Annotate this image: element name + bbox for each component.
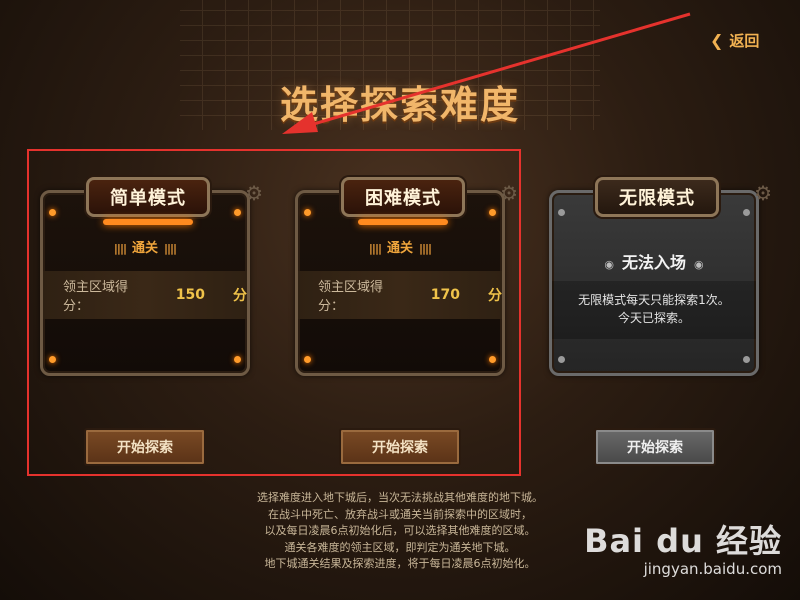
watermark-logo: Bai du 经验	[584, 522, 782, 560]
watermark-url: jingyan.baidu.com	[643, 560, 782, 578]
note-line: 选择难度进入地下城后，当次无法挑战其他难度的地下城。	[257, 491, 543, 504]
baidu-watermark: Bai du 经验 jingyan.baidu.com	[584, 516, 782, 578]
